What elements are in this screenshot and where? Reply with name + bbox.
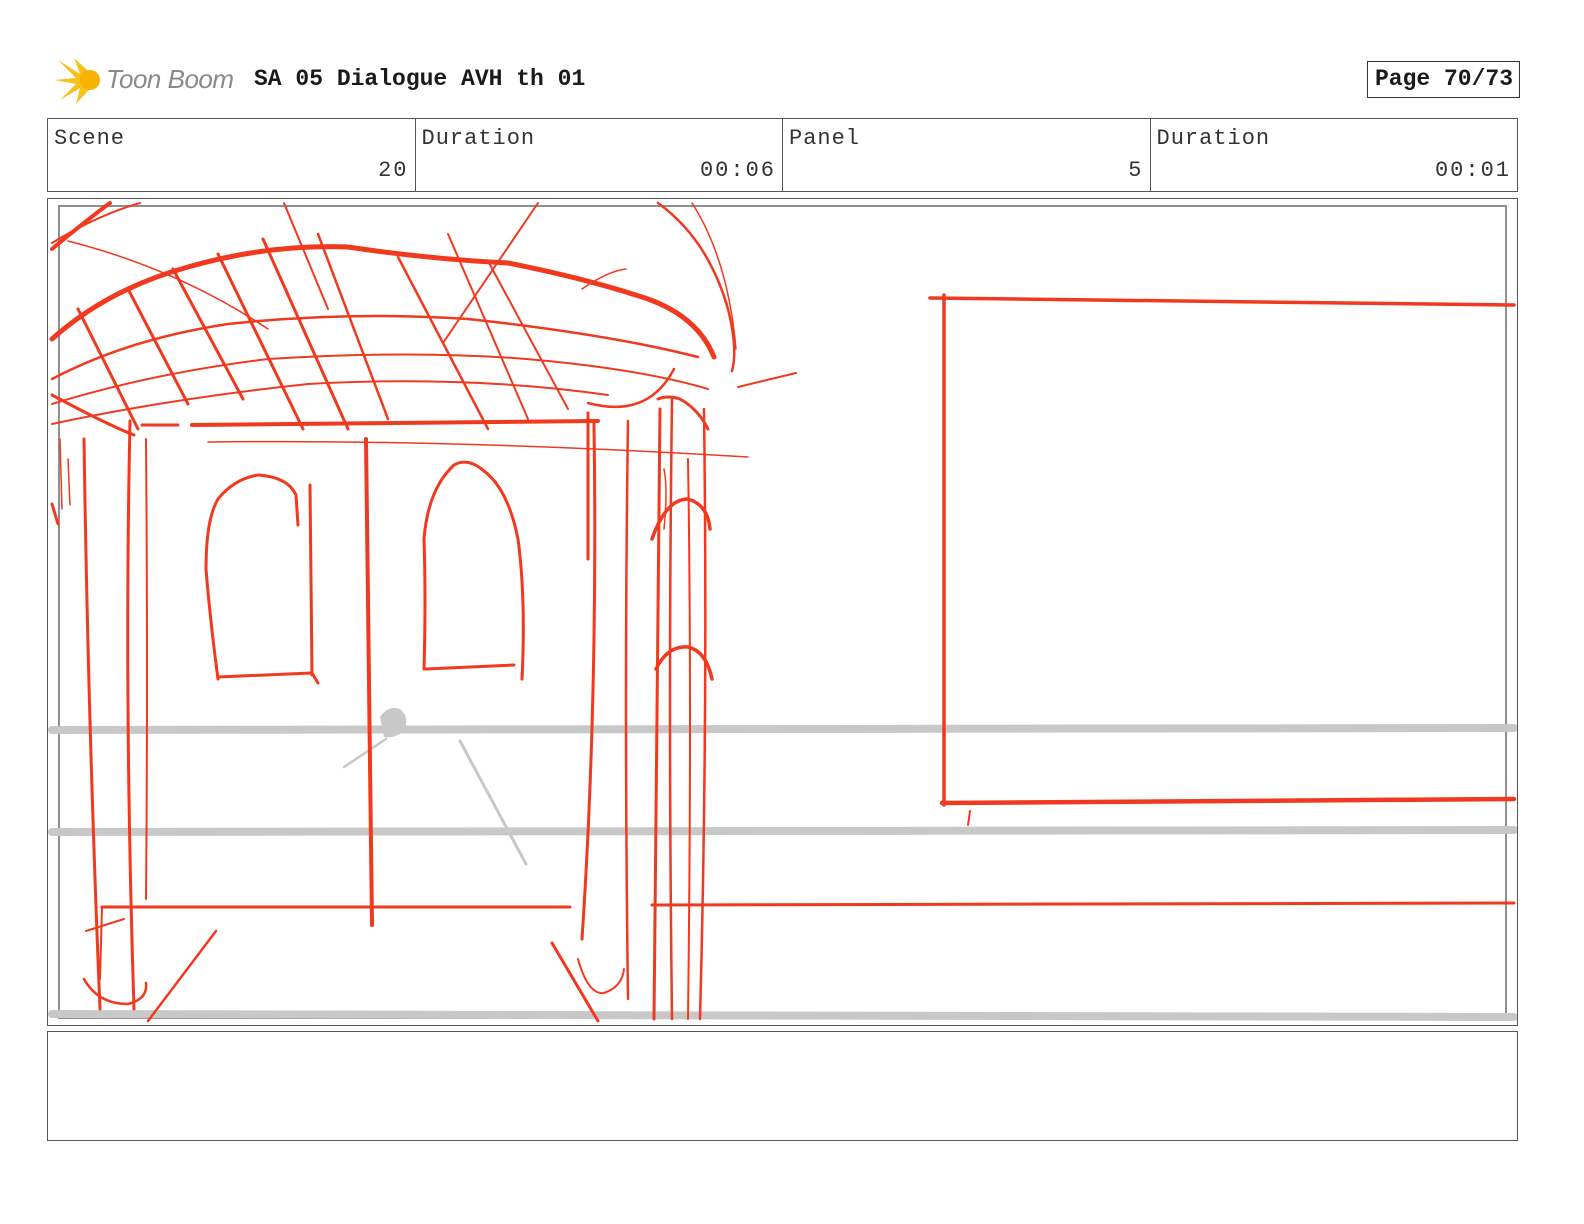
- panel-label: Panel: [789, 126, 861, 151]
- page-number-badge: Page 70/73: [1366, 61, 1520, 98]
- panel-duration-value: 00:01: [1434, 158, 1511, 183]
- panel-cell: Panel 5: [783, 119, 1151, 191]
- scene-info-table: Scene 20 Duration 00:06 Panel 5 Duration…: [47, 118, 1518, 192]
- scene-label: Scene: [54, 126, 126, 151]
- starburst-icon: [54, 58, 100, 104]
- guide-lines: [48, 708, 1517, 1021]
- building-sketch: [49, 201, 1517, 1023]
- toon-boom-logo: Toon Boom: [50, 52, 240, 108]
- scene-value: 20: [378, 158, 409, 183]
- storyboard-panel: [47, 198, 1518, 1026]
- scene-duration-value: 00:06: [699, 158, 776, 183]
- sketch-drawing: [48, 201, 1517, 1023]
- page-header: Toon Boom SA 05 Dialogue AVH th 01 Page …: [48, 52, 1538, 108]
- scene-cell: Scene 20: [48, 119, 416, 191]
- logo-text: Toon Boom: [106, 64, 234, 94]
- panel-duration-cell: Duration 00:01: [1151, 119, 1518, 191]
- scene-duration-cell: Duration 00:06: [416, 119, 783, 191]
- scene-duration-label: Duration: [421, 126, 536, 151]
- document-title: SA 05 Dialogue AVH th 01: [254, 66, 586, 92]
- safe-frame: [58, 205, 1507, 1019]
- panel-duration-label: Duration: [1156, 126, 1271, 151]
- panel-value: 5: [1128, 158, 1144, 183]
- panel-notes-box: [47, 1031, 1518, 1141]
